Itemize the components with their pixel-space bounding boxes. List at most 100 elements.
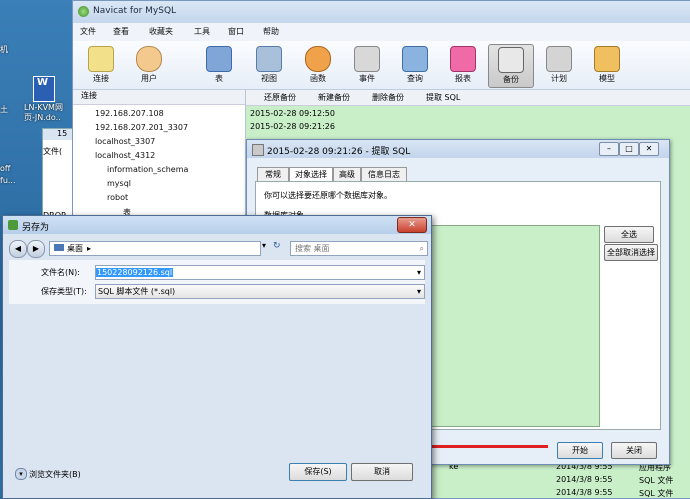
toolbar-backup-button[interactable]: 备份: [488, 44, 534, 88]
menu-file[interactable]: 文件: [80, 26, 96, 37]
instruction-text: 你可以选择要还原哪个数据库对象。: [264, 191, 392, 200]
close-window-button[interactable]: ✕: [639, 142, 659, 156]
toolbar-view-button[interactable]: 视图: [247, 44, 291, 86]
filetype-label: 保存类型(T):: [41, 287, 87, 296]
toolbar-model-button[interactable]: 模型: [585, 44, 629, 86]
select-all-button[interactable]: 全选: [604, 226, 654, 243]
fields-area: 文件名(N): 150228092126.sql ▾ 保存类型(T): SQL 脚…: [9, 260, 425, 304]
new-backup-button[interactable]: 新建备份: [318, 92, 350, 103]
table-icon: [206, 46, 232, 72]
word-doc-icon[interactable]: W: [33, 76, 55, 102]
toolbar-query-button[interactable]: 查询: [393, 44, 437, 86]
model-icon: [594, 46, 620, 72]
toolbar-label: 表: [215, 74, 223, 83]
restore-backup-button[interactable]: 还原备份: [264, 92, 296, 103]
desktop-icon-label: 土: [0, 105, 8, 114]
main-toolbar: 连接 用户 表 视图 函数 事件 查询 报表 备份 计划 模型: [73, 41, 690, 90]
forward-arrow-icon[interactable]: ▶: [27, 240, 45, 258]
toolbar-table-button[interactable]: 表: [197, 44, 241, 86]
toolbar-label: 报表: [455, 74, 471, 83]
filename-input[interactable]: 150228092126.sql ▾: [95, 265, 425, 280]
query-icon: [402, 46, 428, 72]
maximize-button[interactable]: □: [619, 142, 639, 156]
close-button[interactable]: 关闭: [611, 442, 657, 459]
filename-label: 文件名(N):: [41, 268, 80, 277]
navicat-logo-icon: [78, 6, 89, 17]
save-dialog-icon: [8, 220, 18, 230]
tree-item-connection[interactable]: localhost_4312: [95, 151, 155, 160]
object-toolbar: 还原备份 新建备份 删除备份 提取 SQL: [246, 90, 690, 106]
file-type: SQL 文件: [639, 476, 674, 485]
sidebar-header-label: 连接: [81, 91, 97, 100]
menu-favorites[interactable]: 收藏夹: [149, 26, 173, 37]
save-dialog-close-button[interactable]: ✕: [397, 217, 427, 233]
search-input[interactable]: 搜索 桌面 ⌕: [290, 241, 428, 256]
tree-item-label: 192.168.207.108: [95, 109, 164, 118]
tab-info-log[interactable]: 信息日志: [361, 167, 407, 182]
location-bar[interactable]: 桌面 ▸: [49, 241, 261, 256]
dropdown-chevron-icon[interactable]: ▾: [262, 241, 272, 254]
save-dialog-title-bar[interactable]: 另存为 ✕: [3, 216, 431, 234]
tree-item-connection[interactable]: 192.168.207.201_3307: [95, 123, 188, 132]
tree-item-database[interactable]: robot: [107, 193, 128, 202]
toolbar-report-button[interactable]: 报表: [441, 44, 485, 86]
filename-value: 150228092126.sql: [96, 268, 174, 277]
sidebar-header: 连接: [73, 90, 245, 105]
tree-item-connection[interactable]: localhost_3307: [95, 137, 155, 146]
toolbar-label: 查询: [407, 74, 423, 83]
start-button[interactable]: 开始: [557, 442, 603, 459]
menu-window[interactable]: 窗口: [228, 26, 244, 37]
tree-item-label: localhost_3307: [95, 137, 156, 146]
refresh-icon[interactable]: ↻: [273, 241, 285, 254]
search-placeholder: 搜索 桌面: [295, 244, 330, 253]
tree-item-label: mysql: [107, 179, 131, 188]
desktop-icon-label: fu...: [0, 176, 16, 185]
save-button[interactable]: 保存(S): [289, 463, 347, 481]
delete-backup-button[interactable]: 删除备份: [372, 92, 404, 103]
extract-dialog-title-bar[interactable]: 2015-02-28 09:21:26 - 提取 SQL – □ ✕: [247, 140, 669, 158]
cancel-button[interactable]: 取消: [351, 463, 413, 481]
menu-tools[interactable]: 工具: [194, 26, 210, 37]
tree-item-database[interactable]: mysql: [107, 179, 131, 188]
chevron-right-icon[interactable]: ▸: [87, 244, 91, 253]
toolbar-label: 备份: [503, 75, 519, 84]
extract-dialog-title: 2015-02-28 09:21:26 - 提取 SQL: [267, 147, 411, 157]
toolbar-label: 用户: [141, 74, 157, 83]
desktop-icon-label: 页-JN.do..: [24, 113, 61, 122]
view-icon: [256, 46, 282, 72]
tab-general[interactable]: 常规: [257, 167, 289, 182]
tab-object-selection[interactable]: 对象选择: [289, 167, 333, 182]
toolbar-event-button[interactable]: 事件: [345, 44, 389, 86]
toolbar-schedule-button[interactable]: 计划: [537, 44, 581, 86]
desktop-icon-label: 机: [0, 45, 8, 54]
report-icon: [450, 46, 476, 72]
toolbar-connection-button[interactable]: 连接: [79, 44, 123, 86]
toolbar-label: 模型: [599, 74, 615, 83]
backup-list-item[interactable]: 2015-02-28 09:21:26: [250, 122, 335, 131]
extract-sql-button[interactable]: 提取 SQL: [426, 92, 460, 103]
address-row: ◀ ▶ 桌面 ▸ ▾ ↻ 搜索 桌面 ⌕: [9, 238, 428, 258]
toolbar-label: 计划: [551, 74, 567, 83]
menu-bar: 文件 查看 收藏夹 工具 窗口 帮助: [73, 23, 690, 42]
menu-view[interactable]: 查看: [113, 26, 129, 37]
tab-advanced[interactable]: 高级: [333, 167, 361, 182]
deselect-all-button[interactable]: 全部取消选择: [604, 244, 658, 261]
toolbar-user-button[interactable]: 用户: [127, 44, 171, 86]
minimize-button[interactable]: –: [599, 142, 619, 156]
search-icon: ⌕: [419, 244, 424, 253]
toolbar-function-button[interactable]: 函数: [296, 44, 340, 86]
tree-item-label: 192.168.207.201_3307: [95, 123, 189, 132]
back-arrow-icon[interactable]: ◀: [9, 240, 27, 258]
tree-item-connection[interactable]: 192.168.207.108: [95, 109, 164, 118]
filetype-select[interactable]: SQL 脚本文件 (*.sql) ▾: [95, 284, 425, 299]
file-date: 2014/3/8 9:55: [556, 475, 613, 484]
menu-help[interactable]: 帮助: [263, 26, 279, 37]
tree-item-database[interactable]: information_schema: [107, 165, 188, 174]
browse-folders-button[interactable]: 浏览文件夹(B): [29, 469, 81, 480]
navicat-title-bar[interactable]: Navicat for MySQL: [73, 1, 690, 23]
expand-circle-icon[interactable]: ▾: [15, 468, 27, 480]
backup-list-item[interactable]: 2015-02-28 09:12:50: [250, 109, 335, 118]
chevron-down-icon[interactable]: ▾: [417, 285, 421, 298]
save-as-dialog: 另存为 ✕ ◀ ▶ 桌面 ▸ ▾ ↻ 搜索 桌面 ⌕ 文件名(N): 1502280…: [2, 215, 432, 499]
chevron-down-icon[interactable]: ▾: [417, 266, 421, 279]
